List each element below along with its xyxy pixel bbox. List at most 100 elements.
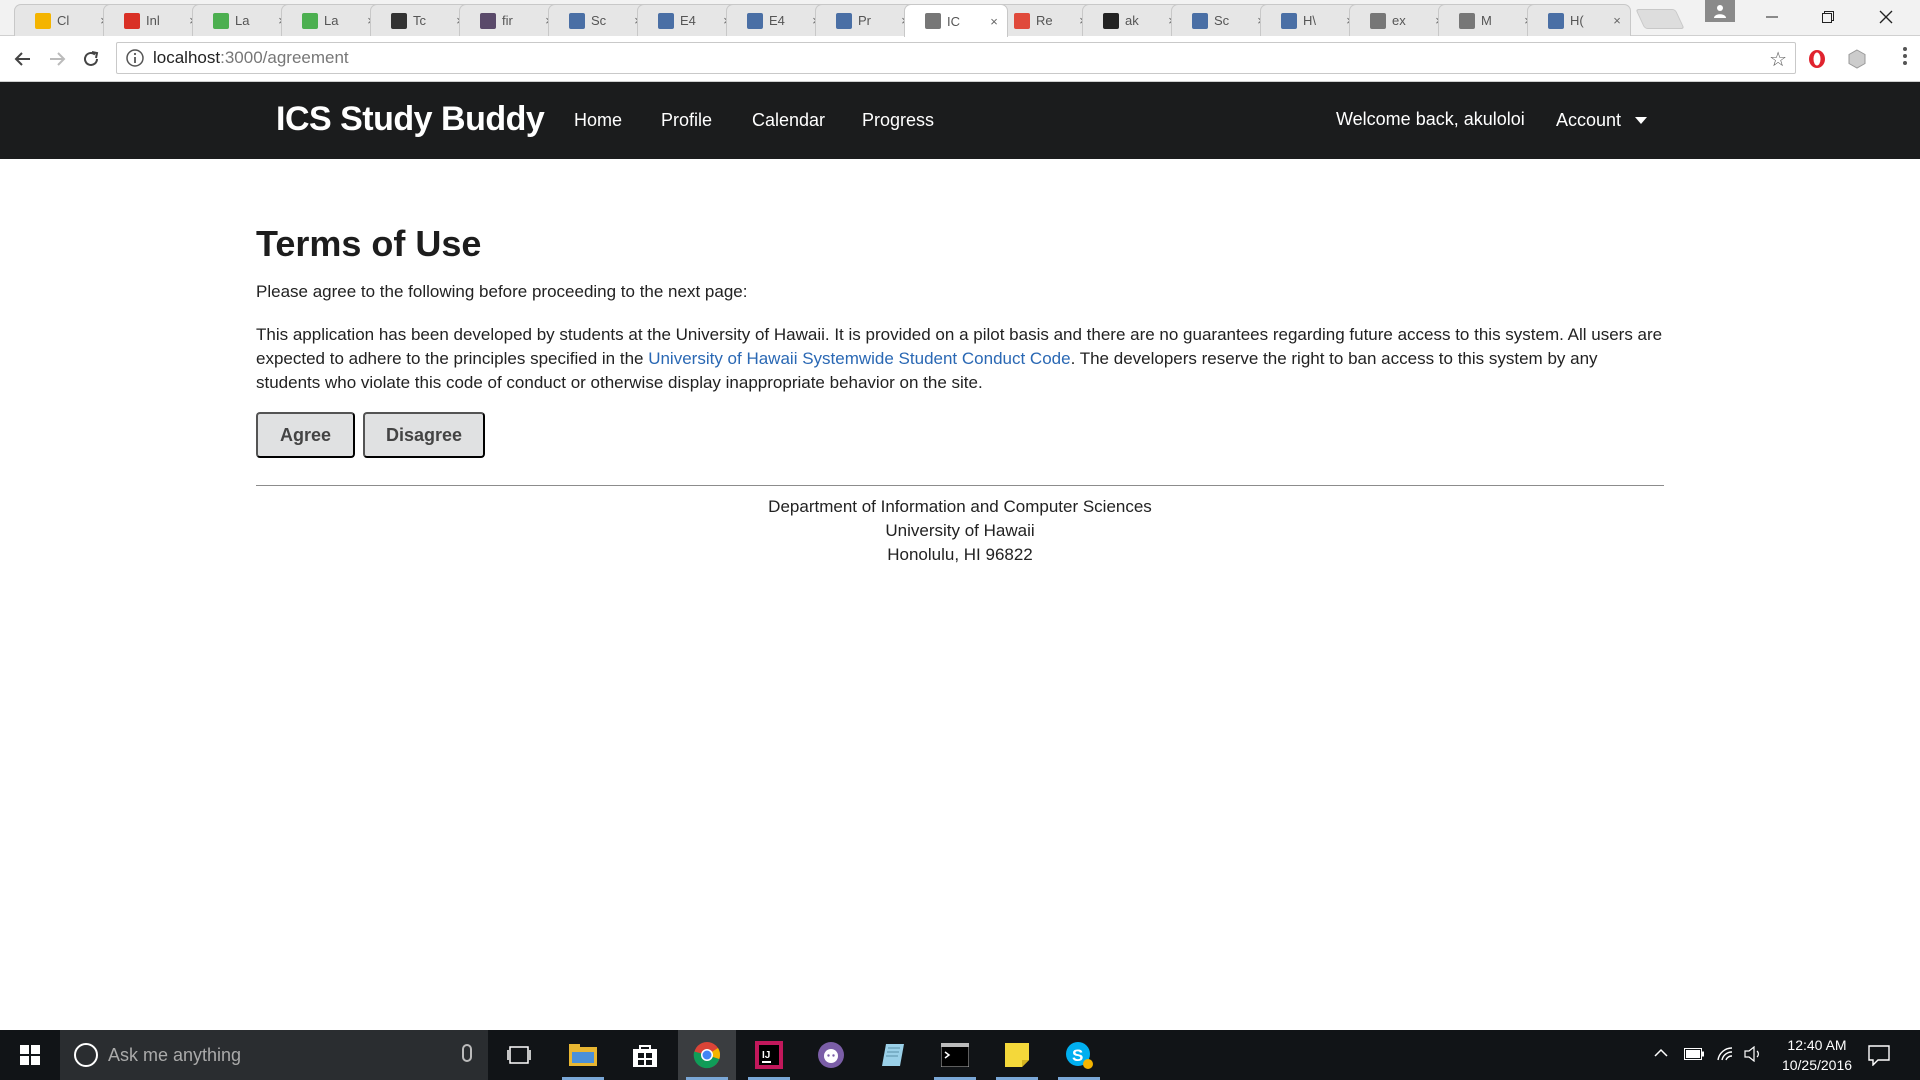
tab-title: La	[324, 13, 339, 28]
leaf-icon	[302, 12, 318, 29]
browser-tab-strip: Cl×Inl×La×La×Tc×fir×Sc×E4×E4×Pr×IC×Re×ak…	[0, 0, 1920, 37]
footer-department: Department of Information and Computer S…	[768, 497, 1152, 516]
opera-extension-button[interactable]	[1806, 48, 1828, 70]
nav-calendar[interactable]: Calendar	[752, 110, 825, 131]
cortana-icon	[74, 1043, 98, 1067]
disagree-button[interactable]: Disagree	[363, 412, 485, 458]
page-title: Terms of Use	[256, 223, 482, 264]
taskbar-chrome[interactable]	[678, 1030, 736, 1080]
store-icon	[633, 1045, 657, 1067]
taskbar-skype[interactable]: S	[1050, 1030, 1108, 1080]
footer-university: University of Hawaii	[885, 521, 1035, 540]
wifi-icon	[1717, 1047, 1733, 1061]
leaf-icon	[213, 12, 229, 29]
github-icon	[1103, 12, 1119, 29]
page-icon	[925, 13, 941, 29]
person-icon	[1714, 5, 1726, 18]
action-center-button[interactable]	[1868, 1044, 1890, 1069]
taskbar-intellij[interactable]: IJ	[740, 1030, 798, 1080]
minimize-icon	[1766, 16, 1778, 18]
doc-icon	[747, 12, 763, 29]
back-arrow-icon	[14, 52, 30, 66]
chrome-icon	[693, 1042, 720, 1069]
show-hidden-icons-button[interactable]	[1654, 1046, 1668, 1061]
tab-title: ex	[1392, 13, 1406, 28]
tab-title: H(	[1570, 13, 1584, 28]
conduct-code-link[interactable]: University of Hawaii Systemwide Student …	[648, 349, 1070, 368]
tab-close-icon[interactable]: ×	[987, 14, 1001, 29]
tab-title: La	[235, 13, 250, 28]
browser-toolbar: localhost:3000/agreement ☆	[0, 36, 1920, 82]
close-window-button[interactable]	[1858, 0, 1914, 34]
forward-button[interactable]	[44, 46, 70, 72]
account-dropdown[interactable]: Account	[1556, 110, 1648, 131]
doc-icon	[1192, 12, 1208, 29]
drive-icon	[35, 12, 51, 29]
cortana-search-box[interactable]: Ask me anything	[60, 1030, 488, 1080]
search-placeholder: Ask me anything	[108, 1044, 242, 1065]
terminal-icon	[941, 1043, 969, 1067]
gmail-icon	[124, 12, 140, 29]
circle-icon	[391, 12, 407, 29]
tab-close-icon[interactable]: ×	[1610, 13, 1624, 28]
browser-tab[interactable]: H( ×	[1527, 4, 1631, 36]
forward-arrow-icon	[50, 52, 66, 66]
microphone-icon[interactable]	[462, 1044, 472, 1062]
svg-text:S: S	[1072, 1046, 1083, 1065]
taskbar-file-explorer[interactable]	[554, 1030, 612, 1080]
tab-title: Sc	[1214, 13, 1230, 28]
reload-button[interactable]	[78, 46, 104, 72]
address-bar[interactable]: localhost:3000/agreement ☆	[116, 42, 1796, 74]
taskbar-sticky-notes[interactable]	[988, 1030, 1046, 1080]
intellij-icon: IJ	[755, 1041, 783, 1069]
battery-button[interactable]	[1684, 1048, 1704, 1063]
terms-paragraph: This application has been developed by s…	[256, 323, 1664, 395]
notepad-icon	[882, 1044, 904, 1066]
taskbar-github[interactable]	[802, 1030, 860, 1080]
chevron-up-icon	[1654, 1048, 1668, 1057]
restore-button[interactable]	[1800, 0, 1856, 34]
tab-title: Pr	[858, 13, 871, 28]
volume-button[interactable]	[1744, 1045, 1762, 1065]
browser-tab[interactable]: IC ×	[904, 4, 1008, 37]
nav-profile[interactable]: Profile	[661, 110, 712, 131]
tab-title: Cl	[57, 13, 70, 28]
hexagon-icon	[1848, 49, 1866, 69]
welcome-text: Welcome back, akuloloi	[1336, 109, 1525, 129]
tab-title: Sc	[591, 13, 607, 28]
tab-title: E4	[680, 13, 696, 28]
windows-logo-icon	[20, 1045, 40, 1065]
tab-title: fir	[502, 13, 513, 28]
minimize-button[interactable]	[1744, 0, 1800, 34]
browser-menu-icon[interactable]	[1902, 46, 1908, 66]
taskbar-store[interactable]	[616, 1030, 674, 1080]
back-button[interactable]	[10, 46, 36, 72]
nav-home[interactable]: Home	[574, 110, 622, 131]
shield-extension-button[interactable]	[1846, 48, 1868, 70]
c-icon	[1014, 12, 1030, 29]
agree-button[interactable]: Agree	[256, 412, 355, 458]
taskbar-notepad[interactable]	[864, 1030, 922, 1080]
tab-title: Tc	[413, 13, 426, 28]
caret-down-icon	[1635, 117, 1648, 124]
nav-progress[interactable]: Progress	[862, 110, 934, 131]
doc-icon	[658, 12, 674, 29]
opera-icon	[1809, 50, 1825, 68]
doc-icon	[569, 12, 585, 29]
start-button[interactable]	[0, 1030, 60, 1080]
sticky-notes-icon	[1005, 1043, 1029, 1067]
system-clock[interactable]: 12:40 AM 10/25/2016	[1772, 1035, 1862, 1075]
taskbar-terminal[interactable]	[926, 1030, 984, 1080]
windows-taskbar: Ask me anything IJ S 12:40 AM 10/25/2016	[0, 1030, 1920, 1080]
page-icon	[1459, 12, 1475, 29]
tab-title: IC	[947, 13, 960, 29]
svg-text:IJ: IJ	[762, 1050, 770, 1061]
wifi-button[interactable]	[1716, 1046, 1734, 1065]
profile-button[interactable]	[1705, 0, 1735, 22]
task-view-button[interactable]	[490, 1030, 548, 1080]
bookmark-star-icon[interactable]: ☆	[1769, 47, 1787, 72]
tab-title: H\	[1303, 13, 1316, 28]
brand-title[interactable]: ICS Study Buddy	[276, 100, 545, 139]
new-tab-button[interactable]	[1635, 9, 1685, 29]
close-icon	[1879, 10, 1893, 24]
